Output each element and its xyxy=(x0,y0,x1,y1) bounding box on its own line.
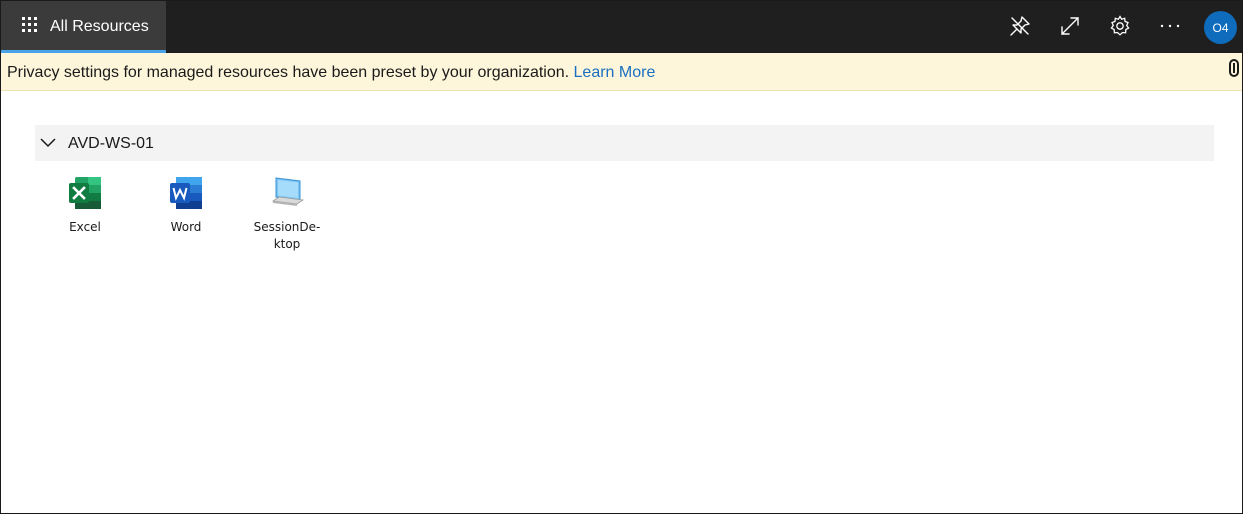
avatar[interactable]: O4 xyxy=(1204,11,1237,44)
top-bar: All Resources O4 xyxy=(1,1,1242,53)
app-window: All Resources O4 Privacy settings for ma… xyxy=(0,0,1243,514)
resource-label: SessionDe- ktop xyxy=(253,220,321,251)
privacy-notice-bar: Privacy settings for managed resources h… xyxy=(1,53,1242,91)
notice-message: Privacy settings for managed resources h… xyxy=(7,64,655,82)
collapse-handle-icon[interactable] xyxy=(1228,58,1240,78)
desktop-icon xyxy=(271,177,305,206)
settings-button[interactable] xyxy=(1107,13,1133,39)
settings-icon xyxy=(1110,15,1130,36)
resource-session-desktop[interactable]: SessionDe- ktop xyxy=(247,173,327,253)
resource-label: Excel xyxy=(69,220,101,234)
notice-text: Privacy settings for managed resources h… xyxy=(7,64,574,81)
tab-all-resources[interactable]: All Resources xyxy=(1,1,166,53)
more-options-button[interactable] xyxy=(1157,13,1183,39)
resource-excel[interactable]: Excel xyxy=(45,173,125,236)
fullscreen-button[interactable] xyxy=(1057,13,1083,39)
unpin-button[interactable] xyxy=(1007,13,1033,39)
resource-label: Word xyxy=(170,220,202,234)
pin-icon xyxy=(1010,16,1030,36)
word-icon xyxy=(170,177,202,209)
learn-more-link[interactable]: Learn More xyxy=(574,64,656,81)
app-launcher-icon xyxy=(22,17,37,32)
expand-icon xyxy=(1061,17,1079,35)
more-icon xyxy=(1160,24,1180,28)
chevron-down-icon xyxy=(40,138,56,148)
resource-group-header[interactable]: AVD-WS-01 xyxy=(35,125,1214,161)
excel-icon xyxy=(69,177,101,209)
resource-word[interactable]: Word xyxy=(146,173,226,236)
tab-label: All Resources xyxy=(50,18,149,35)
group-title: AVD-WS-01 xyxy=(68,135,154,152)
